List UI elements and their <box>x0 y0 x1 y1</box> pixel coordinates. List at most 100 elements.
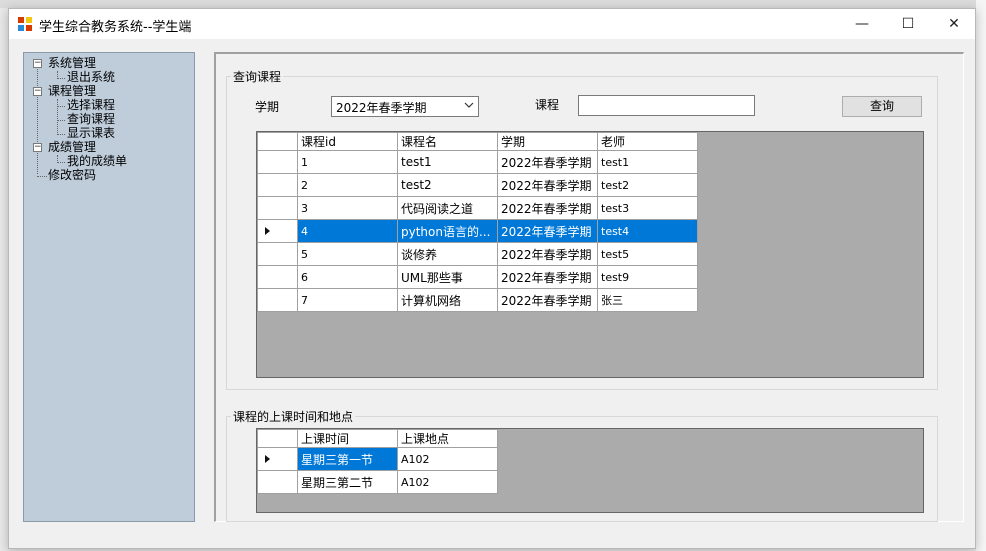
search-button[interactable]: 查询 <box>842 96 922 117</box>
tree-node-query-course[interactable]: 查询课程 <box>67 112 115 126</box>
table-cell[interactable]: test2 <box>597 173 698 197</box>
table-cell[interactable]: test4 <box>597 219 698 243</box>
table-cell[interactable]: test3 <box>597 196 698 220</box>
table-row[interactable]: 7 计算机网络 2022年春季学期 张三 <box>257 288 698 312</box>
tree-line <box>57 78 65 79</box>
column-header-class-time[interactable]: 上课时间 <box>297 429 398 448</box>
table-cell[interactable]: A102 <box>397 470 498 494</box>
table-cell[interactable]: 谈修养 <box>397 242 498 266</box>
table-row[interactable]: 星期三第二节 A102 <box>257 470 498 494</box>
tree-line <box>37 176 47 177</box>
table-cell[interactable]: 7 <box>297 288 398 312</box>
table-cell[interactable]: 计算机网络 <box>397 288 498 312</box>
table-cell[interactable]: 5 <box>297 242 398 266</box>
maximize-button[interactable]: ☐ <box>885 9 931 39</box>
table-cell[interactable]: 2022年春季学期 <box>497 288 598 312</box>
schedule-table-body: 上课时间 上课地点 星期三第一节 A102 星期三第二节 A102 <box>257 429 498 494</box>
term-select-value: 2022年春季学期 <box>336 101 427 115</box>
table-cell[interactable]: 1 <box>297 150 398 174</box>
table-cell[interactable]: 星期三第二节 <box>297 470 398 494</box>
title-bar: 学生综合教务系统--学生端 — ☐ ✕ <box>9 9 975 39</box>
table-row[interactable]: 4 python语言的... 2022年春季学期 test4 <box>257 219 698 243</box>
table-row[interactable]: 2 test2 2022年春季学期 test2 <box>257 173 698 197</box>
table-cell[interactable]: test1 <box>397 150 498 174</box>
table-cell[interactable]: A102 <box>397 447 498 471</box>
column-header-course-id[interactable]: 课程id <box>297 132 398 151</box>
column-header-course-name[interactable]: 课程名 <box>397 132 498 151</box>
tree-node-system-management[interactable]: 系统管理 <box>48 56 96 70</box>
tree-node-exit-system[interactable]: 退出系统 <box>67 70 115 84</box>
column-header-class-location[interactable]: 上课地点 <box>397 429 498 448</box>
schedule-table[interactable]: 上课时间 上课地点 星期三第一节 A102 星期三第二节 A102 <box>256 428 924 513</box>
table-cell[interactable]: 2022年春季学期 <box>497 242 598 266</box>
table-cell[interactable]: 张三 <box>597 288 698 312</box>
row-header[interactable] <box>257 470 298 494</box>
current-row-icon <box>265 454 270 463</box>
table-cell[interactable]: test1 <box>597 150 698 174</box>
table-cell[interactable]: 6 <box>297 265 398 289</box>
collapse-icon[interactable]: − <box>33 143 42 152</box>
course-input[interactable] <box>578 95 755 116</box>
table-row[interactable]: 3 代码阅读之道 2022年春季学期 test3 <box>257 196 698 220</box>
chevron-down-icon <box>464 102 474 108</box>
window-title: 学生综合教务系统--学生端 <box>39 20 192 35</box>
tree-node-course-management[interactable]: 课程管理 <box>48 84 96 98</box>
tree-node-grade-management[interactable]: 成绩管理 <box>48 140 96 154</box>
schedule-group-title: 课程的上课时间和地点 <box>231 408 356 425</box>
row-header[interactable] <box>257 242 298 266</box>
navigation-tree[interactable]: − 系统管理 退出系统 − 课程管理 选择课程 查询课程 显示课表 − 成绩管理… <box>23 52 195 522</box>
table-cell[interactable]: 2022年春季学期 <box>497 196 598 220</box>
term-label: 学期 <box>255 100 280 114</box>
collapse-icon[interactable]: − <box>33 59 42 68</box>
desktop-background-right <box>976 0 986 551</box>
tree-line <box>57 120 65 121</box>
tree-node-change-password[interactable]: 修改密码 <box>48 168 96 182</box>
current-row-icon <box>265 226 270 235</box>
query-group-title: 查询课程 <box>231 68 284 85</box>
close-icon: ✕ <box>948 16 960 32</box>
column-header-term[interactable]: 学期 <box>497 132 598 151</box>
table-row[interactable]: 1 test1 2022年春季学期 test1 <box>257 150 698 174</box>
tree-line <box>57 99 58 135</box>
row-header[interactable] <box>257 447 298 471</box>
tree-node-my-transcript[interactable]: 我的成绩单 <box>67 154 127 168</box>
collapse-icon[interactable]: − <box>33 87 42 96</box>
close-button[interactable]: ✕ <box>931 9 977 39</box>
table-cell[interactable]: python语言的... <box>397 219 498 243</box>
term-select[interactable]: 2022年春季学期 <box>331 96 479 117</box>
table-cell[interactable]: 星期三第一节 <box>297 447 398 471</box>
course-table[interactable]: 课程id 课程名 学期 老师 1 test1 2022年春季学期 test1 2 test… <box>256 131 924 378</box>
row-header[interactable] <box>257 196 298 220</box>
minimize-icon: — <box>855 16 869 32</box>
course-label: 课程 <box>535 98 560 112</box>
app-icon <box>18 17 32 31</box>
tree-line <box>57 162 65 163</box>
table-cell[interactable]: 2022年春季学期 <box>497 219 598 243</box>
table-cell[interactable]: test2 <box>397 173 498 197</box>
row-header[interactable] <box>257 173 298 197</box>
table-cell[interactable]: test9 <box>597 265 698 289</box>
table-cell[interactable]: 2 <box>297 173 398 197</box>
table-cell[interactable]: 3 <box>297 196 398 220</box>
minimize-button[interactable]: — <box>839 9 885 39</box>
tree-node-show-timetable[interactable]: 显示课表 <box>67 126 115 140</box>
row-header[interactable] <box>257 150 298 174</box>
table-cell[interactable]: 2022年春季学期 <box>497 150 598 174</box>
table-cell[interactable]: test5 <box>597 242 698 266</box>
main-window: 学生综合教务系统--学生端 — ☐ ✕ − 系统管理 退出系统 − 课程管理 选… <box>8 8 976 549</box>
course-table-body: 课程id 课程名 学期 老师 1 test1 2022年春季学期 test1 2 test… <box>257 132 698 312</box>
row-header-corner <box>257 429 298 448</box>
table-cell[interactable]: 代码阅读之道 <box>397 196 498 220</box>
table-row[interactable]: 星期三第一节 A102 <box>257 447 498 471</box>
table-cell[interactable]: 2022年春季学期 <box>497 173 598 197</box>
table-cell[interactable]: 4 <box>297 219 398 243</box>
table-cell[interactable]: UML那些事 <box>397 265 498 289</box>
row-header[interactable] <box>257 219 298 243</box>
column-header-teacher[interactable]: 老师 <box>597 132 698 151</box>
row-header[interactable] <box>257 288 298 312</box>
table-row[interactable]: 5 谈修养 2022年春季学期 test5 <box>257 242 698 266</box>
row-header[interactable] <box>257 265 298 289</box>
tree-node-select-course[interactable]: 选择课程 <box>67 98 115 112</box>
table-cell[interactable]: 2022年春季学期 <box>497 265 598 289</box>
table-row[interactable]: 6 UML那些事 2022年春季学期 test9 <box>257 265 698 289</box>
